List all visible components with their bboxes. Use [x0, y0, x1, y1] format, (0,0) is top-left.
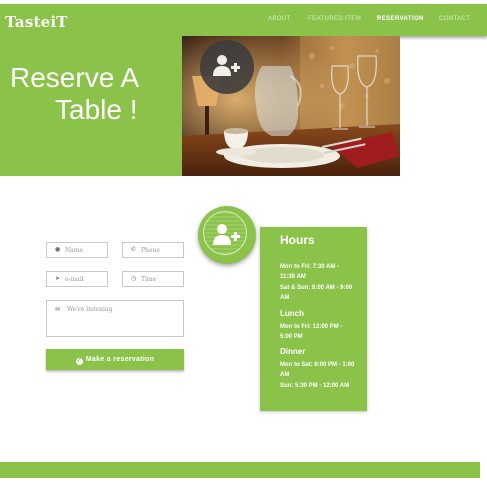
brand-logo[interactable]: TasteiT [5, 13, 68, 31]
nav-link-featured-item[interactable]: FEATURED ITEM [308, 16, 361, 22]
clock-icon: ◷ [131, 275, 137, 282]
hero-title-line1: Reserve A [10, 62, 140, 93]
lunch-title: Lunch [280, 309, 304, 318]
user-icon: ● [55, 246, 61, 253]
hours-card: Hours Mon to Fri: 7:30 AM - 11:30 AM Sat… [260, 227, 367, 411]
lunch-times: Mon to Fri: 12:00 PM - 5:00 PM [280, 324, 343, 340]
nav-link-reservation[interactable]: RESERVATION [377, 16, 424, 22]
dinner-title: Dinner [280, 347, 306, 356]
dinner-sunday: Sun: 5:30 PM - 12:00 AM [280, 383, 350, 389]
message-placeholder: We're listening [67, 306, 113, 313]
hours-weekday: Mon to Fri: 7:30 AM - 11:30 AM [280, 264, 340, 280]
navbar: TasteiT ABOUT FEATURED ITEM RESERVATION … [0, 4, 487, 36]
nav-link-contact[interactable]: CONTACT [439, 16, 470, 22]
comments-icon: ✉ [55, 306, 61, 313]
time-field[interactable]: ◷ Time [122, 271, 184, 287]
add-reservation-badge[interactable] [198, 206, 256, 264]
email-field[interactable]: ➤ e-mail [46, 271, 108, 287]
footer-bar [0, 462, 480, 478]
time-placeholder: Time [141, 276, 157, 283]
send-icon: ➤ [55, 275, 61, 282]
check-circle-icon: ✓ [75, 358, 83, 365]
phone-placeholder: Phone [141, 247, 160, 254]
add-reservation-badge-top[interactable] [200, 40, 254, 94]
make-reservation-button[interactable]: ✓ Make a reservation [46, 349, 184, 370]
phone-field[interactable]: ✆ Phone [122, 242, 184, 258]
user-plus-icon [213, 224, 240, 245]
phone-icon: ✆ [131, 246, 137, 253]
user-plus-icon [213, 55, 240, 76]
name-placeholder: Name [65, 247, 84, 254]
hours-weekend: Sat & Sun: 8:00 AM - 9:00 AM [280, 285, 353, 301]
message-textarea[interactable]: ✉ We're listening [46, 300, 184, 337]
hero-title-line2: Table ! [55, 94, 138, 125]
hours-title: Hours [280, 233, 315, 247]
make-reservation-label: Make a reservation [85, 356, 155, 363]
dinner-weekday: Mon to Sat: 6:00 PM - 1:00 AM [280, 362, 355, 378]
name-field[interactable]: ● Name [46, 242, 108, 258]
email-placeholder: e-mail [65, 276, 84, 283]
nav-link-about[interactable]: ABOUT [268, 16, 291, 22]
